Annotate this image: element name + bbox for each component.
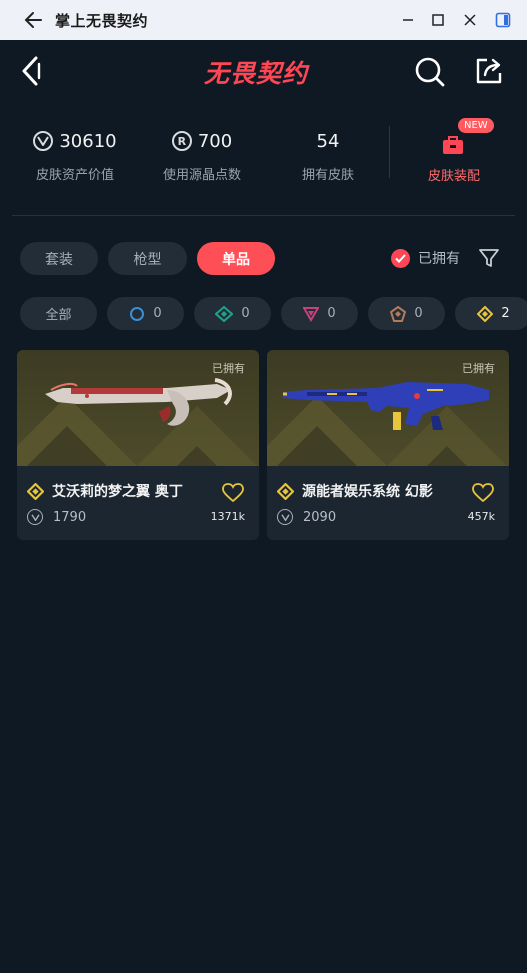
valorant-points-icon [27,509,43,525]
rarity-filter-ultra[interactable]: 0 [368,297,445,330]
skin-image: 已拥有 [17,350,259,466]
maximize-button[interactable] [428,10,448,30]
search-icon[interactable] [414,56,446,88]
filter-funnel-icon[interactable] [478,247,500,269]
radianite-label: 使用源晶点数 [162,168,241,183]
skin-card[interactable]: 已拥有 艾沃莉的梦之翼 奥丁 1790 1371k [17,350,259,540]
skin-name: 源能者娱乐系统 幻影 [302,484,433,500]
minimize-button[interactable] [398,10,418,30]
radianite-icon: R [171,131,192,151]
asset-value-label: 皮肤资产价值 [35,168,114,183]
close-button[interactable] [460,10,480,30]
rarity-filter-all[interactable]: 全部 [20,297,97,330]
rarity-count: 0 [241,306,250,321]
section-divider [12,215,515,216]
valorant-points-icon [277,509,293,525]
skin-price: 1790 [53,509,87,525]
heart-icon[interactable] [472,483,494,503]
rarity-filter-premium[interactable]: 0 [281,297,358,330]
radianite-value: 700 [197,130,233,152]
tab-weapon-types[interactable]: 枪型 [108,242,187,275]
exclusive-tier-icon [277,482,294,500]
rarity-filter-all-label: 全部 [45,308,72,323]
deluxe-tier-icon [215,305,234,322]
close-icon [464,14,476,26]
asset-value: 30610 [59,130,117,152]
skin-equip-label: 皮肤装配 [427,169,480,184]
owned-filter-toggle[interactable]: 已拥有 [391,248,460,268]
tab-bundles[interactable]: 套装 [20,242,98,275]
premium-tier-icon [303,306,320,322]
window-title: 掌上无畏契约 [55,12,149,30]
exclusive-tier-icon [27,482,44,500]
heart-icon[interactable] [222,483,244,503]
skin-name-row: 艾沃莉的梦之翼 奥丁 [27,481,183,501]
checkmark-icon [391,248,410,268]
owned-label: 已拥有 [462,362,495,375]
stat-owned-skins: 54 拥有皮肤 [288,126,368,184]
rarity-count: 2 [501,306,510,321]
skin-price: 2090 [303,509,337,525]
valorant-points-icon [33,131,54,151]
back-arrow-icon[interactable] [22,10,44,30]
rarity-filter-deluxe[interactable]: 0 [194,297,271,330]
skin-price-row: 1790 [27,509,86,525]
tab-single-items[interactable]: 单品 [197,242,275,275]
skin-likes: 1371k [210,510,245,523]
owned-label: 已拥有 [212,362,245,375]
skin-name: 艾沃莉的梦之翼 奥丁 [52,484,183,500]
owned-filter-label: 已拥有 [418,251,460,267]
rarity-count: 0 [327,306,336,321]
new-badge: NEW [458,118,494,133]
maximize-icon [432,14,444,26]
skin-name-row: 源能者娱乐系统 幻影 [277,481,433,501]
exclusive-tier-icon [477,305,494,322]
sidebar-toggle-button[interactable] [493,10,513,30]
back-chevron-icon[interactable] [18,54,48,88]
stats-divider [389,126,390,178]
share-icon[interactable] [474,56,504,86]
owned-skins-label: 拥有皮肤 [301,168,354,183]
stats-panel: 30610 皮肤资产价值 R 700 使用源晶点数 54 拥有皮肤 NEW 皮肤… [0,118,527,198]
minimize-icon [403,19,413,21]
stat-asset-value: 30610 皮肤资产价值 [30,126,120,183]
locker-icon [443,136,463,154]
rarity-filter-exclusive[interactable]: 2 [455,297,527,330]
select-tier-icon [130,306,145,321]
app-logo: 无畏契约 [204,59,309,88]
window-titlebar: 掌上无畏契约 [0,0,527,40]
skin-image: 已拥有 [267,350,509,466]
app-header: 无畏契约 [0,40,527,104]
rarity-count: 0 [153,306,162,321]
rarity-filter-select[interactable]: 0 [107,297,184,330]
owned-skins-value: 54 [316,130,340,152]
skin-card[interactable]: 已拥有 源能者娱乐系统 幻影 2090 457k [267,350,509,540]
rarity-count: 0 [414,306,423,321]
stat-radianite: R 700 使用源晶点数 [157,126,247,184]
skin-price-row: 2090 [277,509,336,525]
ultra-tier-icon [390,305,407,322]
skin-likes: 457k [467,510,495,523]
sidebar-panel-icon [495,12,511,28]
